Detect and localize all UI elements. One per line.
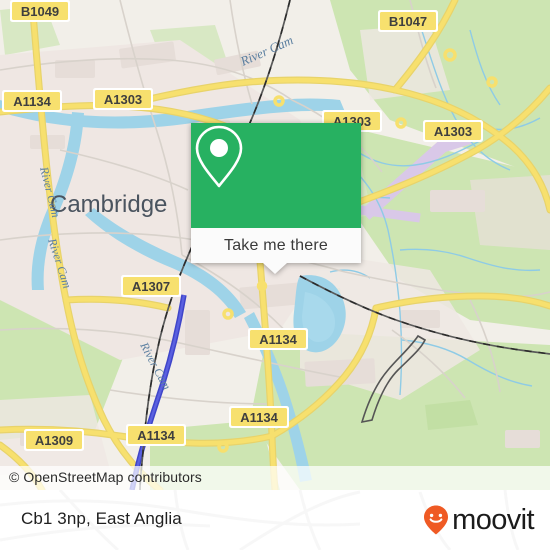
road-shield-label: A1303 <box>104 92 142 107</box>
road-shield-label: B1049 <box>21 4 59 19</box>
road-shield: A1134 <box>2 90 62 112</box>
road-shield: A1134 <box>229 406 289 428</box>
road-shield-label: A1134 <box>259 332 297 347</box>
osm-attribution-bar: © OpenStreetMap contributors <box>0 466 550 490</box>
popup-pointer <box>263 263 287 274</box>
road-shield: A1134 <box>248 328 308 350</box>
map-place-label: Cambridge <box>50 191 167 218</box>
location-pin-icon <box>195 125 243 188</box>
take-me-there-button[interactable]: Take me there <box>191 228 361 263</box>
map-canvas[interactable]: Cambridge River Cam River Cam River Cam … <box>0 0 550 490</box>
bottom-info-bar: Cb1 3np, East Anglia moovit <box>0 490 550 550</box>
road-shield: A1307 <box>121 275 181 297</box>
location-title: Cb1 3np, East Anglia <box>21 509 182 528</box>
road-shield-label: A1309 <box>35 433 73 448</box>
road-shield-label: A1134 <box>240 410 278 425</box>
osm-attribution-text: © OpenStreetMap contributors <box>9 469 202 485</box>
moovit-pin-icon <box>424 505 449 535</box>
road-shield: B1047 <box>378 10 438 32</box>
destination-popup[interactable]: Take me there <box>191 123 361 274</box>
moovit-wordmark: moovit <box>452 503 534 536</box>
moovit-logo[interactable]: moovit <box>421 503 535 536</box>
road-shield: A1303 <box>423 120 483 142</box>
moovit-map-screen: Cambridge River Cam River Cam River Cam … <box>0 0 550 550</box>
road-shield-label: A1307 <box>132 279 170 294</box>
road-shield: B1049 <box>10 0 70 22</box>
road-shield-label: A1134 <box>137 428 175 443</box>
road-shield-label: B1047 <box>389 14 427 29</box>
road-shield: A1134 <box>126 424 186 446</box>
road-shield-label: A1134 <box>13 94 51 109</box>
road-shield: A1309 <box>24 429 84 451</box>
popup-header <box>191 123 361 228</box>
take-me-there-label: Take me there <box>224 236 328 254</box>
road-shield: A1303 <box>93 88 153 110</box>
road-shield-label: A1303 <box>434 124 472 139</box>
